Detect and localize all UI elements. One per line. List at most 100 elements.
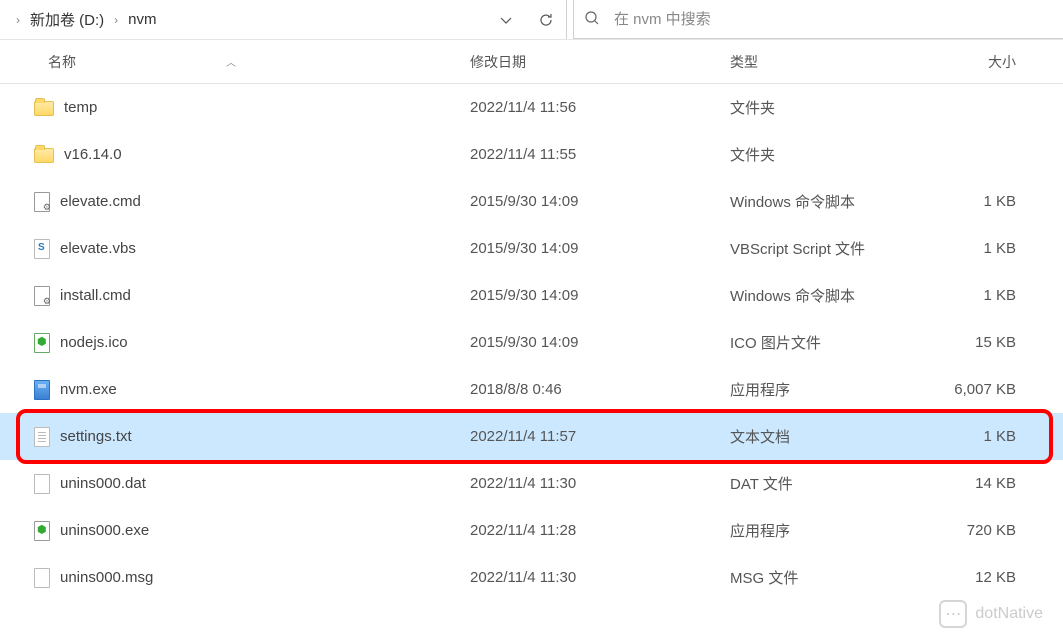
txt-icon [34, 427, 50, 447]
file-name: unins000.msg [60, 569, 153, 586]
file-type: 文本文档 [730, 426, 920, 447]
search-icon [584, 10, 600, 29]
file-type: 文件夹 [730, 144, 920, 165]
watermark: ⋯ dotNative [939, 600, 1043, 628]
address-bar: › 新加卷 (D:) › nvm [0, 0, 1063, 40]
file-type: ICO 图片文件 [730, 332, 920, 353]
file-name-cell: nodejs.ico [0, 333, 470, 353]
file-list: temp2022/11/4 11:56文件夹v16.14.02022/11/4 … [0, 84, 1063, 601]
file-name-cell: elevate.cmd [0, 192, 470, 212]
breadcrumb: › 新加卷 (D:) › nvm [8, 5, 486, 34]
file-date: 2022/11/4 11:56 [470, 99, 730, 116]
watermark-text: dotNative [975, 605, 1043, 623]
chevron-right-icon[interactable]: › [106, 13, 126, 27]
file-date: 2022/11/4 11:28 [470, 522, 730, 539]
vbs-icon [34, 239, 50, 259]
file-row[interactable]: elevate.vbs 2015/9/30 14:09VBScript Scrip… [0, 225, 1063, 272]
file-row[interactable]: v16.14.0 2022/11/4 11:55文件夹 [0, 131, 1063, 178]
file-icon [34, 568, 50, 588]
file-row[interactable]: install.cmd 2015/9/30 14:09Windows 命令脚本1 … [0, 272, 1063, 319]
file-row[interactable]: unins000.dat 2022/11/4 11:30DAT 文件14 KB [0, 460, 1063, 507]
file-type: 应用程序 [730, 379, 920, 400]
file-date: 2022/11/4 11:55 [470, 146, 730, 163]
file-date: 2015/9/30 14:09 [470, 240, 730, 257]
chevron-right-icon[interactable]: › [8, 13, 28, 27]
file-row[interactable]: settings.txt 2022/11/4 11:57文本文档1 KB [0, 413, 1063, 460]
breadcrumb-item[interactable]: 新加卷 (D:) [28, 5, 106, 34]
file-name: v16.14.0 [64, 146, 122, 163]
chevron-down-icon [499, 13, 513, 27]
file-name: unins000.exe [60, 522, 149, 539]
file-name-cell: unins000.exe [0, 521, 470, 541]
column-header-date[interactable]: 修改日期 [470, 52, 730, 72]
folder-icon [34, 148, 54, 163]
file-name-cell: unins000.msg [0, 568, 470, 588]
file-date: 2022/11/4 11:57 [470, 428, 730, 445]
wechat-icon: ⋯ [939, 600, 967, 628]
file-size: 1 KB [920, 240, 1040, 257]
file-size: 12 KB [920, 569, 1040, 586]
file-row[interactable]: unins000.msg 2022/11/4 11:30MSG 文件12 KB [0, 554, 1063, 601]
file-size: 720 KB [920, 522, 1040, 539]
cmd-icon [34, 286, 50, 306]
breadcrumb-area[interactable]: › 新加卷 (D:) › nvm [0, 0, 567, 39]
file-row[interactable]: nodejs.ico 2015/9/30 14:09ICO 图片文件15 KB [0, 319, 1063, 366]
refresh-button[interactable] [534, 8, 558, 32]
file-type: Windows 命令脚本 [730, 191, 920, 212]
file-size: 1 KB [920, 428, 1040, 445]
file-name-cell: temp [0, 99, 470, 116]
file-type: MSG 文件 [730, 567, 920, 588]
file-icon [34, 474, 50, 494]
file-type: Windows 命令脚本 [730, 285, 920, 306]
refresh-icon [538, 12, 554, 28]
file-name: install.cmd [60, 287, 131, 304]
file-row[interactable]: nvm.exe 2018/8/8 0:46应用程序6,007 KB [0, 366, 1063, 413]
file-date: 2015/9/30 14:09 [470, 193, 730, 210]
node-icon [34, 521, 50, 541]
file-date: 2022/11/4 11:30 [470, 475, 730, 492]
file-name-cell: v16.14.0 [0, 146, 470, 163]
breadcrumb-item[interactable]: nvm [126, 7, 158, 32]
file-row[interactable]: elevate.cmd 2015/9/30 14:09Windows 命令脚本1 … [0, 178, 1063, 225]
cmd-icon [34, 192, 50, 212]
file-name-cell: elevate.vbs [0, 239, 470, 259]
file-type: 文件夹 [730, 97, 920, 118]
column-header-name[interactable]: 名称 ︿ [0, 52, 470, 72]
file-date: 2015/9/30 14:09 [470, 287, 730, 304]
file-row[interactable]: unins000.exe 2022/11/4 11:28应用程序720 KB [0, 507, 1063, 554]
dropdown-button[interactable] [494, 8, 518, 32]
sort-ascending-icon: ︿ [226, 54, 236, 69]
column-header-type[interactable]: 类型 [730, 52, 920, 72]
file-date: 2022/11/4 11:30 [470, 569, 730, 586]
file-name: temp [64, 99, 97, 116]
ico-icon [34, 333, 50, 353]
file-size: 1 KB [920, 287, 1040, 304]
file-type: 应用程序 [730, 520, 920, 541]
exe-icon [34, 380, 50, 400]
file-size: 6,007 KB [920, 381, 1040, 398]
file-name: nodejs.ico [60, 334, 128, 351]
column-header-size[interactable]: 大小 [920, 52, 1040, 72]
file-name-cell: install.cmd [0, 286, 470, 306]
file-date: 2018/8/8 0:46 [470, 381, 730, 398]
search-box[interactable] [573, 0, 1063, 39]
file-name: settings.txt [60, 428, 132, 445]
column-headers: 名称 ︿ 修改日期 类型 大小 [0, 40, 1063, 84]
file-type: VBScript Script 文件 [730, 238, 920, 259]
file-date: 2015/9/30 14:09 [470, 334, 730, 351]
file-name-cell: settings.txt [0, 427, 470, 447]
file-size: 14 KB [920, 475, 1040, 492]
address-controls [486, 8, 566, 32]
file-name: nvm.exe [60, 381, 117, 398]
file-type: DAT 文件 [730, 473, 920, 494]
file-name: unins000.dat [60, 475, 146, 492]
column-label: 名称 [48, 52, 76, 72]
file-name-cell: unins000.dat [0, 474, 470, 494]
file-name: elevate.vbs [60, 240, 136, 257]
folder-icon [34, 101, 54, 116]
file-size: 1 KB [920, 193, 1040, 210]
file-size: 15 KB [920, 334, 1040, 351]
search-input[interactable] [614, 11, 1053, 28]
file-name: elevate.cmd [60, 193, 141, 210]
file-row[interactable]: temp 2022/11/4 11:56文件夹 [0, 84, 1063, 131]
